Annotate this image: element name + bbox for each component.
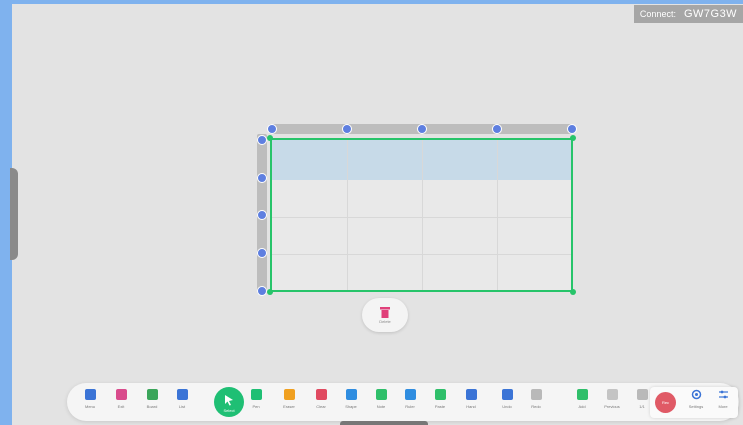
tool-eraser[interactable]: Eraser: [279, 389, 299, 409]
record-label: Rec: [661, 400, 670, 405]
pen-icon: [250, 389, 262, 400]
tool-label: Shape: [345, 404, 357, 409]
column-handle[interactable]: [492, 124, 502, 134]
tool-note[interactable]: Note: [371, 389, 391, 409]
tool-label: Eraser: [283, 404, 295, 409]
tool-exit[interactable]: Exit: [111, 389, 131, 409]
add-page-icon: [576, 389, 588, 400]
tool-menu[interactable]: Menu: [80, 389, 100, 409]
page-count-icon: [636, 389, 648, 400]
connect-label: Connect:: [639, 9, 676, 19]
tool-label: Hand: [466, 404, 476, 409]
tool-undo[interactable]: Undo: [497, 389, 517, 409]
gear-icon: [691, 389, 701, 400]
tool-label: Clear: [316, 404, 326, 409]
tool-label: Board: [146, 404, 158, 409]
row-handle[interactable]: [257, 248, 267, 258]
table-gridline: [422, 140, 423, 290]
shape-icon: [345, 389, 357, 400]
more-button[interactable]: More: [713, 389, 733, 409]
hand-icon: [465, 389, 477, 400]
resize-corner[interactable]: [267, 289, 273, 295]
select-button[interactable]: Select: [214, 387, 244, 417]
tool-label: Add: [578, 404, 586, 409]
column-handle[interactable]: [267, 124, 277, 134]
table-gridline: [497, 140, 498, 290]
select-label: Select: [223, 408, 235, 413]
tool-clear[interactable]: Clear: [311, 389, 331, 409]
record-button[interactable]: Rec: [655, 392, 676, 413]
tool-label: 1/1: [639, 404, 645, 409]
tool-label: Undo: [502, 404, 512, 409]
tool-label: Previous: [604, 404, 620, 409]
tool-shape[interactable]: Shape: [341, 389, 361, 409]
row-handle[interactable]: [257, 135, 267, 145]
tool-label: Note: [376, 404, 386, 409]
tool-ruler[interactable]: Ruler: [400, 389, 420, 409]
resize-corner[interactable]: [570, 289, 576, 295]
table-gridline: [272, 254, 571, 255]
connect-badge: Connect: GW7G3W: [634, 5, 743, 23]
more-label: More: [718, 404, 728, 409]
redo-icon: [530, 389, 542, 400]
tool-paste[interactable]: Paste: [430, 389, 450, 409]
eraser-icon: [283, 389, 295, 400]
tool-label: Exit: [117, 404, 125, 409]
delete-button[interactable]: Delete: [362, 298, 408, 332]
page-icon: [606, 389, 618, 400]
resize-corner[interactable]: [570, 135, 576, 141]
tool-label: Paste: [434, 404, 446, 409]
tool-hand[interactable]: Hand: [461, 389, 481, 409]
note-icon: [375, 389, 387, 400]
table-object[interactable]: [270, 138, 573, 292]
tool-label: Pen: [252, 404, 260, 409]
tool-label: List: [178, 404, 186, 409]
close-circle-icon: [115, 389, 127, 400]
table-gridline: [347, 140, 348, 290]
tool-previous[interactable]: Previous: [602, 389, 622, 409]
tool-label: Menu: [84, 404, 95, 409]
left-drawer-handle[interactable]: [10, 168, 18, 260]
settings-label: Settings: [688, 404, 704, 409]
column-handle[interactable]: [567, 124, 577, 134]
tool-page[interactable]: 1/1: [632, 389, 652, 409]
menu-icon: [84, 389, 96, 400]
tool-add[interactable]: Add: [572, 389, 592, 409]
bottom-drawer-handle[interactable]: [340, 421, 428, 425]
row-handle[interactable]: [257, 173, 267, 183]
undo-icon: [501, 389, 513, 400]
ruler-icon: [404, 389, 416, 400]
tool-redo[interactable]: Redo: [526, 389, 546, 409]
settings-button[interactable]: Settings: [686, 389, 706, 409]
column-handle[interactable]: [417, 124, 427, 134]
row-handle[interactable]: [257, 210, 267, 220]
sliders-icon: [718, 390, 728, 399]
tool-label: Ruler: [405, 404, 415, 409]
connect-code: GW7G3W: [683, 8, 738, 20]
broom-icon: [315, 389, 327, 400]
resize-corner[interactable]: [267, 135, 273, 141]
tool-label: Redo: [531, 404, 541, 409]
column-handle[interactable]: [342, 124, 352, 134]
paste-icon: [434, 389, 446, 400]
cursor-icon: [225, 395, 233, 406]
tool-list[interactable]: List: [172, 389, 192, 409]
trash-icon: [380, 306, 390, 318]
board-icon: [146, 389, 158, 400]
list-icon: [176, 389, 188, 400]
tool-pen[interactable]: Pen: [246, 389, 266, 409]
tool-board[interactable]: Board: [142, 389, 162, 409]
delete-label: Delete: [379, 318, 391, 324]
row-handle[interactable]: [257, 286, 267, 296]
table-gridline: [272, 217, 571, 218]
